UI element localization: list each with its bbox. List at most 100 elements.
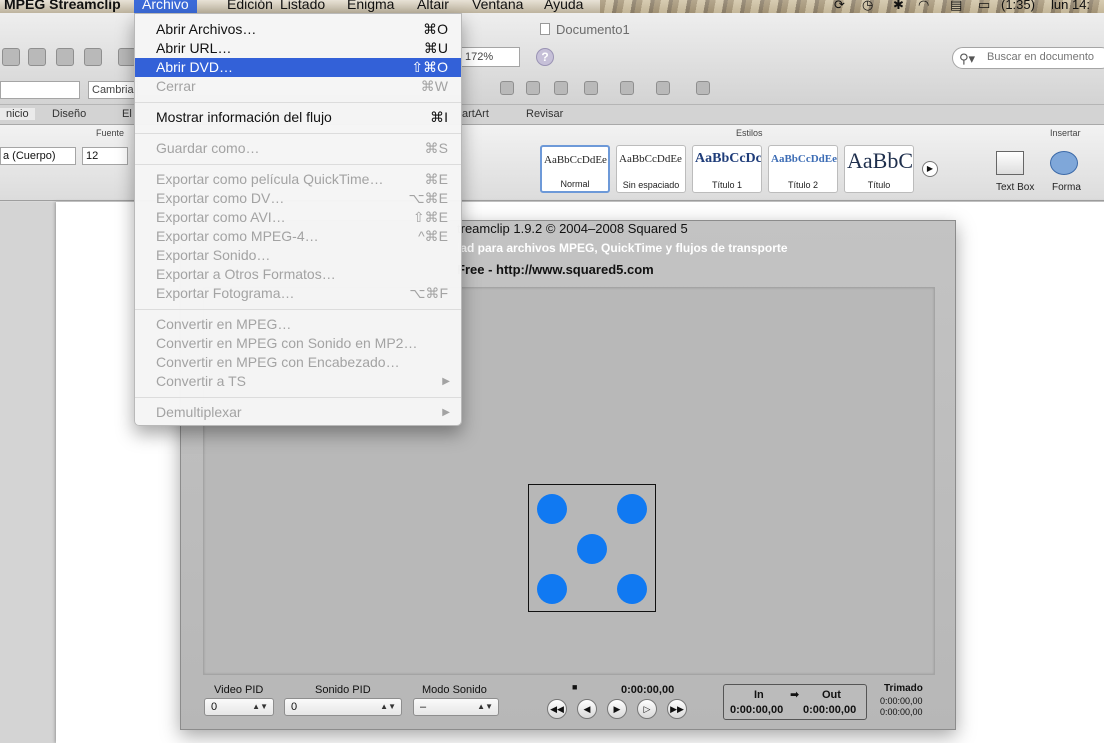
tab-elementos[interactable]: El xyxy=(122,108,132,120)
menu-item-exportar-mpeg4[interactable]: Exportar como MPEG-4… ^⌘E xyxy=(135,227,461,246)
menu-item-label: Exportar como DV… xyxy=(156,190,285,206)
menu-item-label: Convertir en MPEG con Encabezado… xyxy=(156,354,400,370)
menu-edicion[interactable]: Edición xyxy=(227,0,273,13)
menu-item-label: Mostrar información del flujo xyxy=(156,109,332,125)
menu-item-label: Exportar Sonido… xyxy=(156,247,271,263)
menu-item-shortcut: ⌘U xyxy=(423,40,448,56)
menu-item-shortcut: ⌘O xyxy=(423,21,448,37)
menu-item-exportar-fotograma[interactable]: Exportar Fotograma… ⌥⌘F xyxy=(135,284,461,303)
audio-mode-select[interactable]: – ▲▼ xyxy=(413,698,499,716)
menu-item-cerrar[interactable]: Cerrar ⌘W xyxy=(135,77,461,96)
print-icon[interactable] xyxy=(84,48,102,66)
help-icon[interactable]: ? xyxy=(536,48,554,66)
menu-item-label: Abrir URL… xyxy=(156,40,232,56)
time-machine-icon[interactable]: ◷ xyxy=(862,0,873,13)
menu-item-shortcut: ⌘I xyxy=(430,109,448,125)
menu-archivo[interactable]: Archivo xyxy=(134,0,197,13)
style-caption: Título 1 xyxy=(711,180,742,190)
style-select[interactable] xyxy=(0,81,80,99)
shape-icon[interactable] xyxy=(1050,151,1078,175)
audio-pid-select[interactable]: 0 ▲▼ xyxy=(284,698,402,716)
font-color-icon[interactable] xyxy=(696,81,710,95)
style-caption: Normal xyxy=(560,179,590,189)
styles-next-icon[interactable]: ▶ xyxy=(922,161,938,177)
menu-altair[interactable]: Altair xyxy=(417,0,449,13)
play-icon[interactable]: ▶ xyxy=(607,699,627,719)
style-sample: AaBbCcDdEe xyxy=(619,153,682,165)
menu-item-convertir-mpeg[interactable]: Convertir en MPEG… xyxy=(135,315,461,334)
numbered-list-icon[interactable] xyxy=(500,81,514,95)
battery-icon[interactable]: ▭ xyxy=(978,0,990,13)
style-titulo-1[interactable]: AaBbCcDc Título 1 xyxy=(692,145,762,193)
archivo-menu: Abrir Archivos… ⌘O Abrir URL… ⌘U Abrir D… xyxy=(134,13,462,426)
document-icon xyxy=(540,23,550,35)
new-doc-icon[interactable] xyxy=(2,48,20,66)
outdent-icon[interactable] xyxy=(554,81,568,95)
menu-item-exportar-sonido[interactable]: Exportar Sonido… xyxy=(135,246,461,265)
tab-inicio[interactable]: nicio xyxy=(0,108,35,120)
menu-item-convertir-mpeg-encabezado[interactable]: Convertir en MPEG con Encabezado… xyxy=(135,353,461,372)
bluetooth-icon[interactable]: ✱ xyxy=(893,0,904,13)
tab-diseno[interactable]: Diseño xyxy=(52,108,86,120)
menu-item-label: Exportar Fotograma… xyxy=(156,285,295,301)
fast-forward-icon[interactable]: ▶▶ xyxy=(667,699,687,719)
style-titulo-2[interactable]: AaBbCcDdEe Título 2 xyxy=(768,145,838,193)
document-title-text: Documento1 xyxy=(556,22,630,37)
video-pid-select[interactable]: 0 ▲▼ xyxy=(204,698,274,716)
dice-pip xyxy=(537,494,567,524)
menu-item-convertir-mpeg-mp2[interactable]: Convertir en MPEG con Sonido en MP2… xyxy=(135,334,461,353)
dice-logo xyxy=(528,484,656,612)
style-sin-espaciado[interactable]: AaBbCcDdEe Sin espaciado xyxy=(616,145,686,193)
highlight-icon[interactable] xyxy=(656,81,670,95)
menu-clock[interactable]: lun 14: xyxy=(1051,0,1090,13)
streamclip-version-text: treamclip 1.9.2 © 2004–2008 Squared 5 xyxy=(457,221,688,236)
menu-enigma[interactable]: Enigma xyxy=(347,0,394,13)
menu-separator xyxy=(135,309,461,310)
border-icon[interactable] xyxy=(620,81,634,95)
tab-revisar[interactable]: Revisar xyxy=(526,108,563,120)
menu-item-abrir-dvd[interactable]: Abrir DVD… ⇧⌘O xyxy=(135,58,461,77)
shape-label[interactable]: Forma xyxy=(1052,182,1081,193)
menu-item-abrir-archivos[interactable]: Abrir Archivos… ⌘O xyxy=(135,20,461,39)
menu-item-exportar-avi[interactable]: Exportar como AVI… ⇧⌘E xyxy=(135,208,461,227)
menu-item-exportar-dv[interactable]: Exportar como DV… ⌥⌘E xyxy=(135,189,461,208)
menu-item-guardar-como[interactable]: Guardar como… ⌘S xyxy=(135,139,461,158)
menu-item-demultiplexar[interactable]: Demultiplexar ▶ xyxy=(135,403,461,422)
save-icon[interactable] xyxy=(56,48,74,66)
battery-time[interactable]: (1:35) xyxy=(1001,0,1035,13)
tab-smartart[interactable]: artArt xyxy=(462,108,489,120)
search-field[interactable]: ⚲▾ xyxy=(952,47,1104,69)
font-size-select[interactable]: 12 xyxy=(82,147,128,165)
indent-icon[interactable] xyxy=(584,81,598,95)
flag-icon[interactable]: ▤ xyxy=(950,0,962,13)
menu-item-exportar-quicktime[interactable]: Exportar como película QuickTime… ⌘E xyxy=(135,170,461,189)
search-input[interactable] xyxy=(987,51,1104,63)
open-icon[interactable] xyxy=(28,48,46,66)
menu-item-abrir-url[interactable]: Abrir URL… ⌘U xyxy=(135,39,461,58)
step-back-icon[interactable]: ◀ xyxy=(577,699,597,719)
menu-item-convertir-ts[interactable]: Convertir a TS ▶ xyxy=(135,372,461,391)
step-forward-icon[interactable]: ▷ xyxy=(637,699,657,719)
text-box-icon[interactable] xyxy=(996,151,1024,175)
font-name-select[interactable]: Cambria xyxy=(88,81,138,99)
style-caption: Título 2 xyxy=(787,180,818,190)
group-fuente-label: Fuente xyxy=(96,128,125,138)
style-normal[interactable]: AaBbCcDdEe Normal xyxy=(540,145,610,193)
wifi-icon[interactable]: ◠ xyxy=(918,0,929,13)
menu-listado[interactable]: Listado xyxy=(280,0,325,13)
in-timecode: 0:00:00,00 xyxy=(730,704,784,716)
sync-icon[interactable]: ⟳ xyxy=(834,0,845,13)
stop-icon[interactable]: ■ xyxy=(572,682,577,692)
zoom-select[interactable]: 172% xyxy=(460,47,520,67)
style-titulo[interactable]: AaBbC Título xyxy=(844,145,914,193)
text-box-label[interactable]: Text Box xyxy=(996,182,1034,193)
menu-ayuda[interactable]: Ayuda xyxy=(544,0,583,13)
font-family-select[interactable]: a (Cuerpo) xyxy=(0,147,76,165)
menu-item-label: Exportar como MPEG-4… xyxy=(156,228,319,244)
menu-item-exportar-otros[interactable]: Exportar a Otros Formatos… xyxy=(135,265,461,284)
menu-item-mostrar-informacion[interactable]: Mostrar información del flujo ⌘I xyxy=(135,108,461,127)
bullet-list-icon[interactable] xyxy=(526,81,540,95)
menu-ventana[interactable]: Ventana xyxy=(472,0,523,13)
rewind-icon[interactable]: ◀◀ xyxy=(547,699,567,719)
menu-app-name[interactable]: MPEG Streamclip xyxy=(4,0,121,13)
